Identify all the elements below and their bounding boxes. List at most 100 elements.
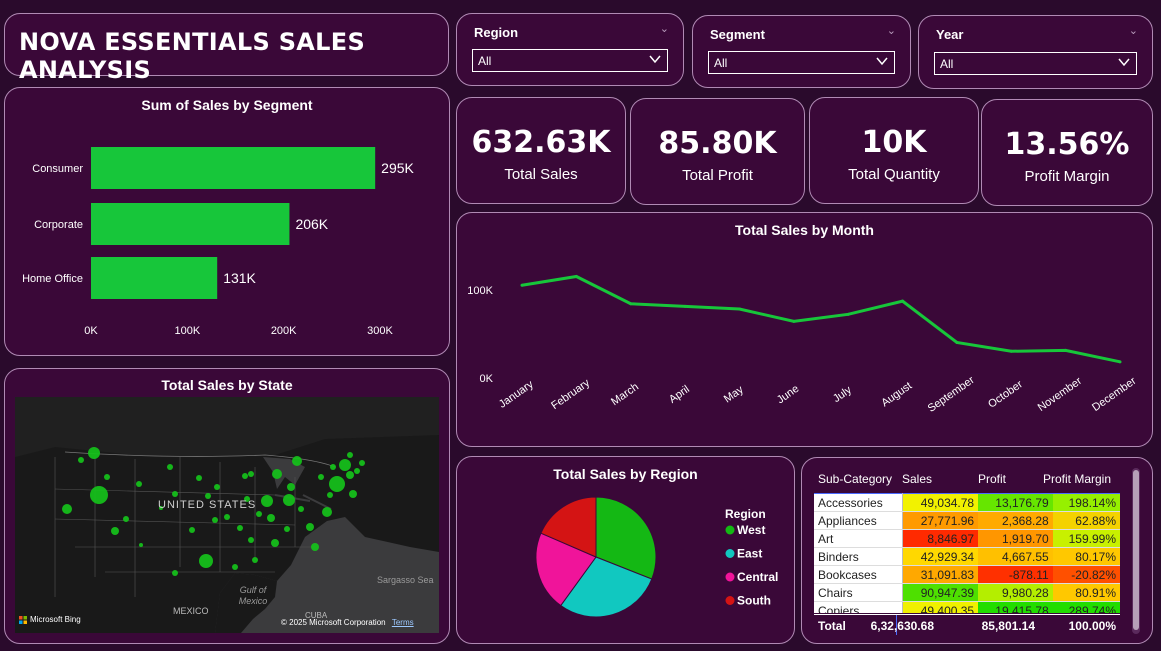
chevron-down-icon[interactable] bbox=[876, 55, 888, 67]
line-chart-svg: 0K 100K January February March April May June Ju… bbox=[467, 274, 1139, 415]
sales-bubble bbox=[322, 507, 332, 517]
bar bbox=[91, 203, 290, 245]
total-sales: 6,32,630.68 bbox=[870, 619, 934, 633]
year-dropdown[interactable]: All bbox=[934, 52, 1137, 75]
sales-bubble bbox=[306, 523, 314, 531]
month-tick-label: December bbox=[1090, 375, 1139, 414]
month-tick-label: October bbox=[986, 378, 1025, 410]
subcategory-cell: Appliances bbox=[814, 511, 904, 530]
sales-bubble bbox=[256, 511, 262, 517]
year-slicer[interactable]: Year ⌄ All bbox=[918, 15, 1153, 89]
bar-category-label: Corporate bbox=[34, 219, 83, 231]
collapse-chevron-icon[interactable]: ⌄ bbox=[660, 22, 669, 35]
sales-bubble bbox=[347, 452, 353, 458]
monthly-line-chart: Total Sales by Month 0K 100K January Februa… bbox=[456, 212, 1153, 447]
chevron-down-icon[interactable] bbox=[649, 53, 661, 65]
sales-bubble bbox=[136, 481, 142, 487]
scrollbar-thumb[interactable] bbox=[1133, 470, 1139, 630]
line-point bbox=[1118, 360, 1122, 364]
month-tick-label: April bbox=[667, 383, 692, 405]
sales-bubble bbox=[224, 514, 230, 520]
line-point bbox=[683, 304, 687, 308]
sales-bubble bbox=[339, 459, 351, 471]
table-row[interactable]: Art 8,846.97 1,919.70 159.99% bbox=[814, 529, 1120, 548]
subcategory-cell: Art bbox=[814, 529, 904, 548]
collapse-chevron-icon[interactable]: ⌄ bbox=[1129, 24, 1138, 37]
month-tick-label: November bbox=[1036, 375, 1085, 414]
collapse-chevron-icon[interactable]: ⌄ bbox=[887, 24, 896, 37]
kpi-value: 10K bbox=[861, 125, 927, 160]
sales-bubble bbox=[123, 516, 129, 522]
table-row[interactable]: Binders 42,929.34 4,667.55 80.17% bbox=[814, 547, 1120, 566]
margin-cell: 198.14% bbox=[1052, 493, 1120, 512]
map-label-gulf: Gulf of Mexico bbox=[238, 585, 268, 606]
subcategory-cell: Chairs bbox=[814, 583, 904, 602]
kpi-label: Total Sales bbox=[504, 166, 578, 183]
table-row[interactable]: Chairs 90,947.39 9,980.28 80.91% bbox=[814, 583, 1120, 602]
sales-cell: 27,771.96 bbox=[902, 511, 979, 530]
line-point bbox=[737, 307, 741, 311]
bar-category-label: Consumer bbox=[32, 163, 83, 175]
sales-cell: 49,034.78 bbox=[902, 493, 979, 512]
sales-cell: 42,929.34 bbox=[902, 547, 979, 566]
profit-cell: 4,667.55 bbox=[978, 547, 1053, 566]
sales-bubble bbox=[88, 447, 100, 459]
table-row[interactable]: Accessories 49,034.78 13,176.79 198.14% bbox=[814, 493, 1120, 512]
sales-bubble bbox=[237, 525, 243, 531]
sales-bubble bbox=[261, 495, 273, 507]
sales-bubble bbox=[196, 475, 202, 481]
sales-bubble bbox=[104, 474, 110, 480]
bing-attribution: Microsoft Bing bbox=[30, 615, 81, 624]
sales-bubble bbox=[62, 504, 72, 514]
bar-category-label: Home Office bbox=[22, 273, 83, 285]
legend-label: West bbox=[737, 523, 765, 537]
year-dropdown-value: All bbox=[940, 57, 954, 71]
line-point bbox=[846, 312, 850, 316]
sales-bubble bbox=[242, 473, 248, 479]
sales-bubble bbox=[329, 476, 345, 492]
segment-dropdown-value: All bbox=[714, 56, 728, 70]
region-dropdown[interactable]: All bbox=[472, 49, 668, 72]
margin-cell: 80.91% bbox=[1052, 583, 1120, 602]
sales-bubble bbox=[346, 471, 354, 479]
kpi-total-sales: 632.63K Total Sales bbox=[456, 97, 626, 204]
sales-cell: 49,400.35 bbox=[902, 601, 979, 613]
legend-swatch bbox=[725, 596, 735, 605]
segment-slicer[interactable]: Segment ⌄ All bbox=[692, 15, 911, 88]
map-label-country: UNITED STATES bbox=[158, 499, 257, 511]
sales-bubble bbox=[199, 554, 213, 568]
month-tick-label: August bbox=[879, 380, 914, 409]
chart-title: Total Sales by Month bbox=[735, 222, 874, 238]
line-point bbox=[574, 274, 578, 278]
table-body[interactable]: Accessories 49,034.78 13,176.79 198.14% Appl… bbox=[802, 458, 1120, 613]
sales-bubble bbox=[271, 539, 279, 547]
margin-cell: 289.74% bbox=[1052, 601, 1120, 613]
chevron-down-icon[interactable] bbox=[1118, 56, 1130, 68]
microsoft-logo-icon bbox=[19, 615, 27, 624]
sales-bubble bbox=[354, 468, 360, 474]
chart-title: Total Sales by Region bbox=[553, 466, 698, 482]
table-scrollbar[interactable] bbox=[1132, 468, 1140, 634]
bar-data-label: 206K bbox=[295, 216, 328, 232]
x-tick-label: 300K bbox=[367, 325, 393, 337]
table-row[interactable]: Appliances 27,771.96 2,368.28 62.88% bbox=[814, 511, 1120, 530]
legend-swatch bbox=[725, 525, 735, 535]
chart-title: Sum of Sales by Segment bbox=[141, 97, 313, 113]
line-point bbox=[520, 283, 524, 287]
sales-bubble bbox=[359, 460, 365, 466]
sales-bubble bbox=[327, 492, 333, 498]
table-row[interactable]: Copiers 49,400.35 19,415.78 289.74% bbox=[814, 601, 1120, 613]
region-slicer[interactable]: Region ⌄ All bbox=[456, 13, 684, 86]
table-row[interactable]: Bookcases 31,091.83 -878.11 -20.82% bbox=[814, 565, 1120, 584]
sales-bubble bbox=[232, 564, 238, 570]
map-basemap[interactable] bbox=[15, 397, 439, 633]
terms-link[interactable]: Terms bbox=[392, 618, 414, 627]
total-margin: 100.00% bbox=[1068, 619, 1116, 633]
sales-bubble bbox=[283, 494, 295, 506]
sales-bubble bbox=[111, 527, 119, 535]
map-canvas[interactable]: UNITED STATES MEXICO Gulf of Mexico Sarg… bbox=[15, 397, 439, 633]
bar bbox=[91, 257, 218, 299]
sales-cell: 90,947.39 bbox=[902, 583, 979, 602]
sales-cell: 8,846.97 bbox=[902, 529, 979, 548]
segment-dropdown[interactable]: All bbox=[708, 51, 895, 74]
